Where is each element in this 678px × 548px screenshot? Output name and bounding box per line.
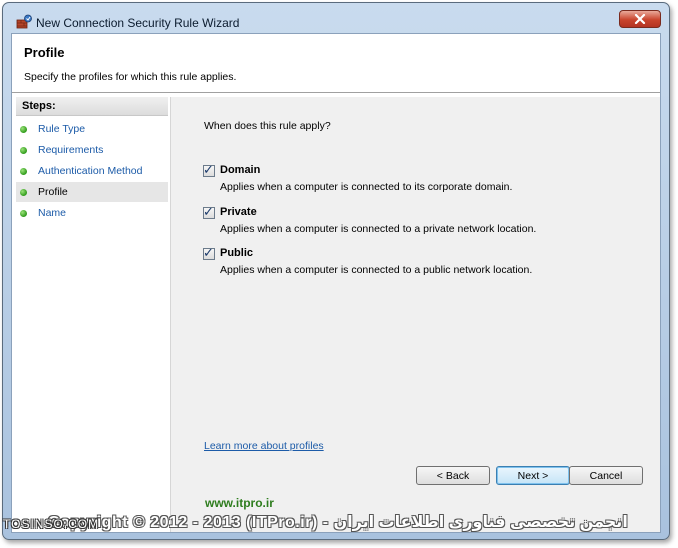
wizard-window: New Connection Security Rule Wizard Prof… xyxy=(2,2,670,540)
watermark-url: www.itpro.ir xyxy=(205,496,274,510)
step-status-icon xyxy=(20,189,27,196)
step-status-icon xyxy=(20,126,27,133)
checkmark-icon: ✓ xyxy=(203,245,214,260)
back-button[interactable]: < Back xyxy=(416,466,490,485)
private-label[interactable]: Private xyxy=(220,206,257,218)
domain-checkbox[interactable]: ✓ xyxy=(203,162,215,177)
watermark-copyright: Copyright © 2012 - 2013 (ITPro.ir) - انج… xyxy=(48,514,628,531)
step-status-icon xyxy=(20,168,27,175)
public-description: Applies when a computer is connected to … xyxy=(220,264,533,276)
domain-description: Applies when a computer is connected to … xyxy=(220,181,513,193)
step-name[interactable]: Name xyxy=(16,203,168,223)
step-status-icon xyxy=(20,210,27,217)
steps-pane: Steps: Rule Type Requirements Authentica… xyxy=(16,97,168,529)
page-subtitle: Specify the profiles for which this rule… xyxy=(24,71,237,83)
close-button[interactable] xyxy=(619,10,661,28)
step-rule-type[interactable]: Rule Type xyxy=(16,119,168,139)
question-text: When does this rule apply? xyxy=(204,120,331,132)
private-checkbox[interactable]: ✓ xyxy=(203,204,215,219)
step-label: Rule Type xyxy=(38,123,86,135)
window-title: New Connection Security Rule Wizard xyxy=(36,16,240,30)
public-checkbox[interactable]: ✓ xyxy=(203,245,215,260)
step-label: Requirements xyxy=(38,144,104,156)
wizard-header: Profile Specify the profiles for which t… xyxy=(12,34,660,93)
learn-more-link[interactable]: Learn more about profiles xyxy=(204,440,324,452)
domain-label[interactable]: Domain xyxy=(220,164,260,176)
step-authentication-method[interactable]: Authentication Method xyxy=(16,161,168,181)
cancel-button[interactable]: Cancel xyxy=(569,466,643,485)
option-public: ✓ Public Applies when a computer is conn… xyxy=(203,245,623,282)
option-private: ✓ Private Applies when a computer is con… xyxy=(203,204,623,241)
option-domain: ✓ Domain Applies when a computer is conn… xyxy=(203,162,623,199)
public-label[interactable]: Public xyxy=(220,247,253,259)
checkmark-icon: ✓ xyxy=(203,162,214,177)
checkmark-icon: ✓ xyxy=(203,204,214,219)
wizard-client-area: Profile Specify the profiles for which t… xyxy=(11,33,661,533)
step-status-icon xyxy=(20,147,27,154)
page-title: Profile xyxy=(24,45,65,60)
title-bar[interactable]: New Connection Security Rule Wizard xyxy=(3,3,669,31)
step-profile[interactable]: Profile xyxy=(16,182,168,202)
close-icon xyxy=(634,14,646,24)
steps-title: Steps: xyxy=(16,97,168,116)
next-button[interactable]: Next > xyxy=(496,466,570,485)
step-label: Name xyxy=(38,207,67,219)
firewall-shield-icon xyxy=(16,14,32,29)
private-description: Applies when a computer is connected to … xyxy=(220,223,537,235)
step-requirements[interactable]: Requirements xyxy=(16,140,168,160)
step-label: Authentication Method xyxy=(38,165,143,177)
watermark-brand: TOSINSO.COM xyxy=(3,517,100,531)
step-label: Profile xyxy=(38,186,68,198)
